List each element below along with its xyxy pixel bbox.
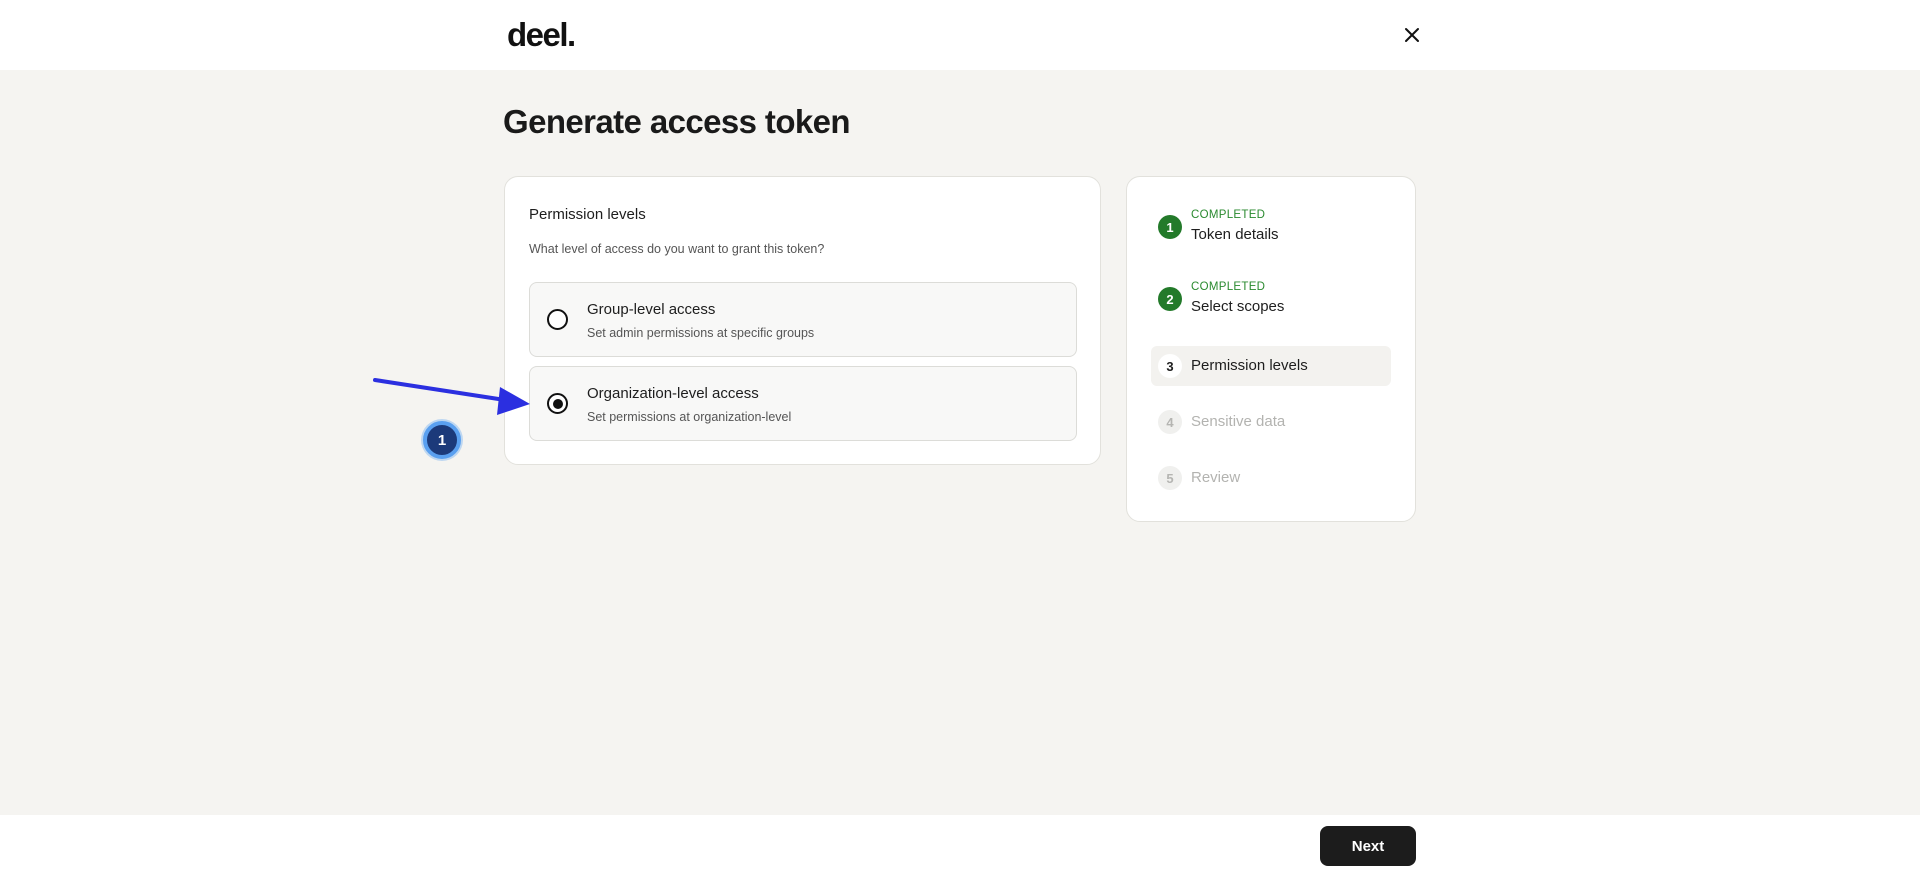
annotation-step-badge: 1 <box>423 421 461 459</box>
step-number-badge: 1 <box>1158 215 1182 239</box>
step-sensitive-data: 4 Sensitive data <box>1151 402 1391 442</box>
option-title: Group-level access <box>587 301 716 318</box>
close-button[interactable] <box>1398 21 1426 49</box>
step-select-scopes: 2 COMPLETED Select scopes <box>1151 278 1391 318</box>
option-title: Organization-level access <box>587 385 759 402</box>
step-status: COMPLETED <box>1191 281 1266 293</box>
bottom-bar: Next <box>0 815 1920 878</box>
step-review: 5 Review <box>1151 458 1391 498</box>
step-label: Sensitive data <box>1191 413 1286 430</box>
step-label: Permission levels <box>1191 357 1308 374</box>
option-group-level-access[interactable]: Group-level access Set admin permissions… <box>529 282 1077 357</box>
radio-button-checked[interactable] <box>547 393 568 414</box>
top-bar: deel. <box>0 0 1920 70</box>
step-label: Token details <box>1191 226 1279 243</box>
card-title: Permission levels <box>529 206 646 223</box>
next-button[interactable]: Next <box>1320 826 1416 866</box>
radio-button-unchecked[interactable] <box>547 309 568 330</box>
step-number-badge: 2 <box>1158 287 1182 311</box>
option-subtitle: Set admin permissions at specific groups <box>587 326 815 340</box>
step-label: Review <box>1191 469 1241 486</box>
step-label: Select scopes <box>1191 298 1285 315</box>
deel-logo[interactable]: deel. <box>507 16 576 54</box>
page-title: Generate access token <box>503 103 851 140</box>
step-number-badge: 3 <box>1158 354 1182 378</box>
step-number-badge: 5 <box>1158 466 1182 490</box>
annotation-arrow-icon <box>373 378 530 415</box>
permission-levels-card: Permission levels What level of access d… <box>504 176 1101 465</box>
step-status: COMPLETED <box>1191 209 1266 221</box>
step-token-details: 1 COMPLETED Token details <box>1151 206 1391 246</box>
option-organization-level-access[interactable]: Organization-level access Set permission… <box>529 366 1077 441</box>
step-number-badge: 4 <box>1158 410 1182 434</box>
card-description: What level of access do you want to gran… <box>529 242 825 256</box>
progress-stepper: 1 COMPLETED Token details 2 COMPLETED Se… <box>1126 176 1416 522</box>
step-permission-levels: 3 Permission levels <box>1151 346 1391 386</box>
close-icon <box>1405 28 1419 42</box>
option-subtitle: Set permissions at organization-level <box>587 410 792 424</box>
